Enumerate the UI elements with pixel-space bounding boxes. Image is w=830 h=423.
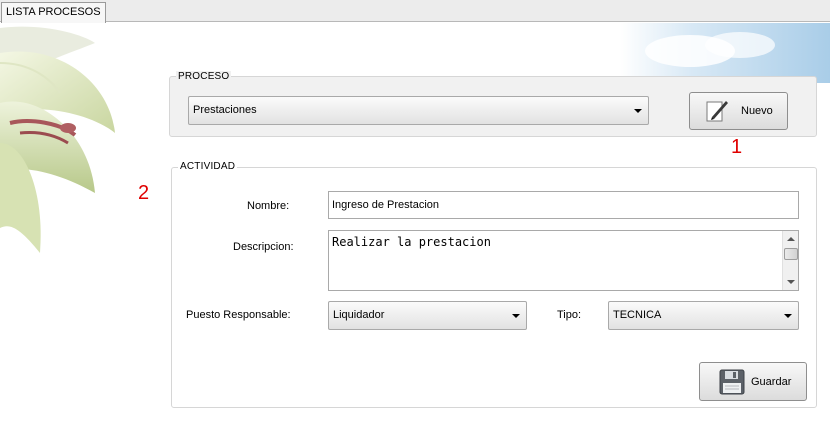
descripcion-scrollbar[interactable] — [782, 231, 798, 290]
tipo-label: Tipo: — [557, 309, 582, 321]
nombre-label: Nombre: — [247, 200, 290, 212]
nombre-field[interactable]: Ingreso de Prestacion — [328, 191, 799, 219]
nuevo-button-label: Nuevo — [741, 105, 773, 117]
floppy-disk-icon — [719, 369, 745, 395]
descripcion-label: Descripcion: — [233, 241, 294, 253]
proceso-group-title: PROCESO — [176, 71, 232, 83]
nuevo-button[interactable]: Nuevo — [689, 92, 788, 130]
chevron-down-icon — [512, 314, 520, 318]
actividad-group: ACTIVIDAD Nombre: Ingreso de Prestacion … — [171, 161, 817, 408]
proceso-select-value: Prestaciones — [193, 104, 257, 116]
descripcion-value: Realizar la prestacion — [332, 235, 491, 249]
tipo-value: TECNICA — [613, 309, 662, 321]
tab-strip: LISTA PROCESOS — [0, 0, 830, 23]
tipo-select[interactable]: TECNICA — [608, 301, 799, 330]
actividad-group-title: ACTIVIDAD — [178, 161, 238, 173]
proceso-select[interactable]: Prestaciones — [188, 96, 649, 125]
scroll-up-icon[interactable] — [787, 237, 795, 241]
scroll-down-icon[interactable] — [787, 280, 795, 284]
tab-lista-procesos[interactable]: LISTA PROCESOS — [1, 2, 106, 23]
guardar-button-label: Guardar — [751, 376, 792, 388]
chevron-down-icon — [634, 109, 642, 113]
puesto-responsable-select[interactable]: Liquidador — [328, 301, 527, 330]
pen-paper-icon — [706, 101, 728, 122]
descripcion-field[interactable]: Realizar la prestacion — [328, 230, 799, 291]
proceso-group: PROCESO Prestaciones Nuevo — [169, 71, 817, 137]
scroll-thumb[interactable] — [784, 248, 798, 260]
sky-background-image — [620, 23, 830, 83]
annotation-marker-1: 1 — [731, 136, 743, 158]
guardar-button[interactable]: Guardar — [699, 362, 807, 401]
puesto-responsable-label: Puesto Responsable: — [186, 309, 291, 321]
annotation-marker-2: 2 — [138, 182, 150, 204]
flower-background-image — [0, 26, 115, 253]
chevron-down-icon — [784, 314, 792, 318]
puesto-responsable-value: Liquidador — [333, 309, 385, 321]
